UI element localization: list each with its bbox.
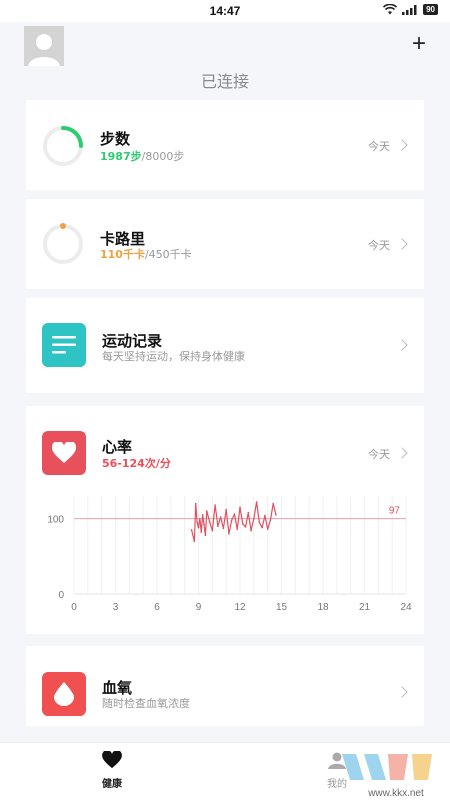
data-point: [200, 531, 203, 533]
data-point: [193, 540, 196, 543]
steps-period: 今天: [368, 140, 390, 153]
x-tick-label: 9: [196, 602, 202, 613]
x-tick-label: 0: [71, 602, 77, 613]
data-point: [222, 527, 225, 530]
data-point: [261, 526, 263, 529]
data-point: [253, 517, 255, 520]
x-tick-label: 6: [154, 602, 160, 613]
chevron-right-icon: [396, 686, 408, 698]
data-point: [255, 501, 258, 503]
blood-oxygen-subtitle: 随时检查血氧浓度: [102, 697, 190, 710]
calories-card[interactable]: 卡路里 110千卡/450千卡 今天: [26, 199, 424, 289]
data-point: [244, 526, 247, 528]
data-point: [199, 517, 201, 520]
x-tick-label: 3: [113, 602, 119, 613]
header: + 已连接: [0, 22, 450, 92]
watermark-logo: www.kkx.net: [324, 744, 444, 800]
chevron-right-icon: [396, 447, 408, 459]
heart-rate-period: 今天: [368, 448, 390, 461]
tab-health-label: 健康: [102, 779, 122, 790]
status-bar: 14:47 90: [0, 0, 450, 22]
data-point: [269, 519, 272, 521]
heart-rate-card[interactable]: 心率 56-124次/分 今天 97 100 0 0 3 6 9 12 15 18 21 24: [26, 406, 424, 634]
connection-status: 已连接: [200, 72, 249, 91]
calories-current: 110千卡: [100, 248, 145, 261]
data-point: [211, 529, 214, 532]
data-point: [214, 504, 216, 506]
data-point: [264, 514, 266, 517]
data-point: [233, 513, 236, 515]
reference-label: 97: [389, 506, 401, 517]
status-time: 14:47: [209, 4, 241, 18]
data-point: [236, 528, 239, 530]
drop-icon: [42, 672, 86, 716]
exercise-record-card[interactable]: 运动记录 每天坚持运动，保持身体健康: [26, 298, 424, 393]
calories-value: 110千卡/450千卡: [100, 246, 192, 262]
data-point: [196, 521, 198, 524]
chevron-right-icon: [396, 238, 408, 250]
add-button[interactable]: +: [412, 32, 426, 56]
watermark-url: www.kkx.net: [367, 788, 424, 799]
steps-card[interactable]: 步数 1987步/8000步 今天: [26, 100, 424, 190]
x-tick-label: 24: [400, 602, 412, 613]
data-point: [204, 534, 207, 536]
data-point: [272, 502, 274, 505]
steps-progress-ring: [43, 126, 83, 166]
wifi-icon: [383, 4, 398, 15]
data-point: [250, 529, 252, 532]
x-tick-label: 12: [234, 602, 246, 613]
data-point: [194, 502, 197, 505]
data-point: [266, 528, 269, 530]
steps-goal: /8000步: [141, 150, 185, 163]
x-tick-label: 21: [359, 602, 371, 613]
y-tick-label: 100: [47, 515, 64, 526]
data-point: [219, 516, 222, 518]
heart-rate-chart: 97 100 00 3 6 9 12 15 18 21 24: [47, 496, 412, 613]
data-point: [208, 520, 211, 523]
heart-rate-series-line: [191, 501, 277, 542]
data-point: [275, 514, 277, 516]
data-point: [258, 521, 261, 524]
data-point: [228, 532, 230, 535]
user-icon: [24, 26, 64, 66]
status-icons: 90: [383, 4, 438, 15]
battery-icon: 90: [423, 4, 438, 15]
signal-icon: [402, 4, 417, 15]
exercise-subtitle: 每天坚持运动，保持身体健康: [102, 350, 245, 363]
steps-value: 1987步/8000步: [100, 148, 184, 164]
steps-title: 步数: [100, 130, 131, 148]
blood-oxygen-card[interactable]: 血氧 随时检查血氧浓度: [26, 646, 424, 726]
avatar[interactable]: [24, 26, 64, 66]
calories-goal: /450千卡: [144, 248, 192, 261]
data-point: [206, 510, 208, 512]
tab-health[interactable]: 健康: [77, 750, 147, 790]
calories-progress-ring: [43, 223, 83, 264]
y-tick-label: 0: [58, 590, 64, 601]
data-point: [203, 523, 205, 526]
heart-rate-title: 心率: [102, 438, 133, 456]
list-icon: [42, 323, 86, 367]
steps-current: 1987步: [100, 150, 142, 163]
heart-icon: [42, 431, 86, 475]
data-point: [217, 525, 219, 527]
x-tick-label: 18: [317, 602, 329, 613]
x-tick-label: 15: [276, 602, 288, 613]
heart-rate-range: 56-124次/分: [102, 457, 171, 470]
data-point: [241, 523, 244, 525]
calories-period: 今天: [368, 239, 390, 252]
heart-icon: [102, 750, 122, 769]
data-point: [239, 506, 241, 509]
chevron-right-icon: [396, 339, 408, 351]
data-point: [247, 511, 250, 514]
data-point: [197, 526, 200, 529]
data-point: [190, 529, 193, 531]
chevron-right-icon: [396, 139, 408, 151]
data-point: [201, 514, 204, 516]
data-point: [230, 519, 233, 521]
data-point: [225, 508, 227, 511]
